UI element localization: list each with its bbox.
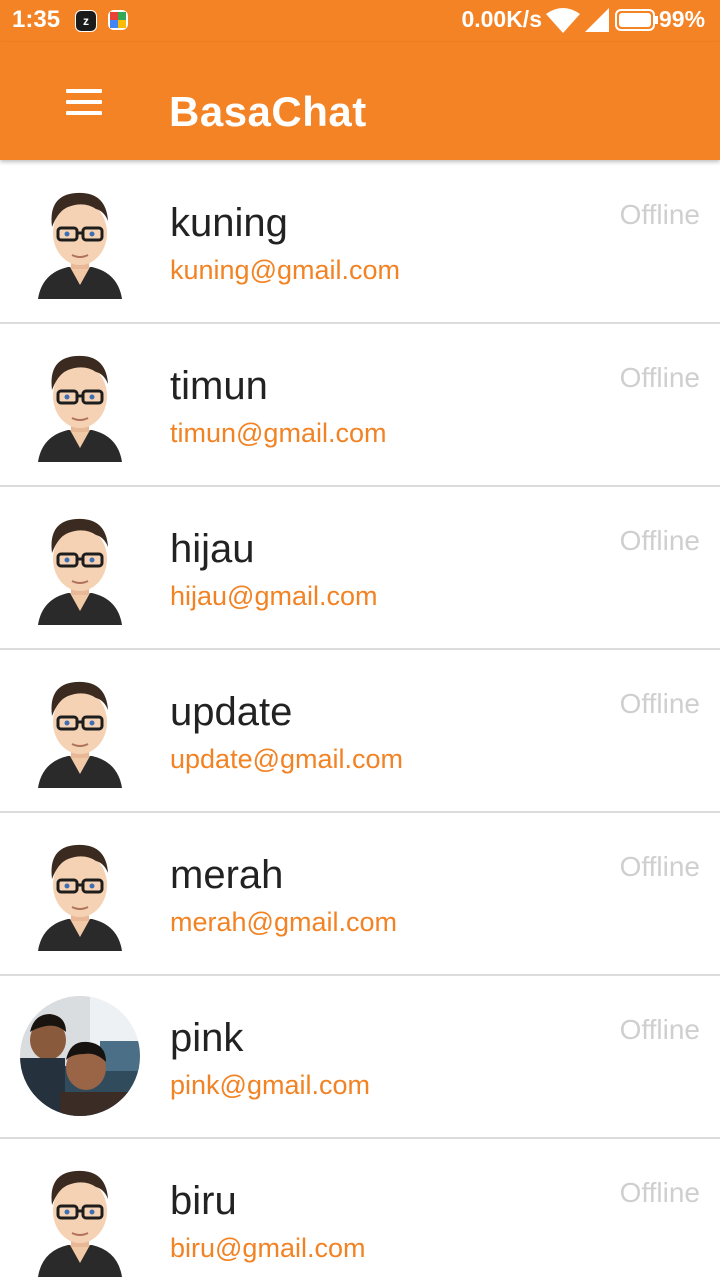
cartoon-man-avatar — [20, 181, 140, 301]
contact-name: merah — [170, 853, 284, 897]
contact-email: kuning@gmail.com — [170, 255, 401, 285]
hamburger-menu-icon — [66, 89, 102, 115]
contact-email: update@gmail.com — [170, 744, 404, 774]
photo-avatar — [20, 996, 140, 1116]
contact-status: Offline — [619, 1177, 700, 1208]
contact-row[interactable]: update update@gmail.com Offline — [0, 650, 720, 813]
battery-percent: 99% — [659, 6, 706, 32]
colorful-app-icon — [108, 10, 128, 30]
cartoon-man-avatar — [20, 507, 140, 627]
cell-signal-icon — [585, 8, 609, 37]
contact-row[interactable]: merah merah@gmail.com Offline — [0, 813, 720, 976]
contact-name: kuning — [170, 201, 288, 245]
battery-icon — [615, 9, 659, 36]
contact-status: Offline — [619, 851, 700, 882]
contact-status: Offline — [619, 525, 700, 556]
status-bar: 1:35 z 0.00K/s 99% — [0, 0, 720, 42]
wifi-icon — [546, 8, 580, 39]
contact-email: merah@gmail.com — [170, 907, 397, 937]
contact-row[interactable]: timun timun@gmail.com Offline — [0, 324, 720, 487]
contact-email: hijau@gmail.com — [170, 581, 378, 611]
contact-row[interactable]: pink pink@gmail.com Offline — [0, 976, 720, 1139]
contact-list[interactable]: kuning kuning@gmail.com Offline timun ti… — [0, 161, 720, 1280]
contact-row[interactable]: hijau hijau@gmail.com Offline — [0, 487, 720, 650]
cartoon-man-avatar — [20, 670, 140, 790]
contact-name: pink — [170, 1016, 244, 1060]
contact-status: Offline — [619, 1014, 700, 1045]
z-app-icon: z — [75, 10, 97, 32]
contact-name: timun — [170, 364, 268, 408]
status-time: 1:35 — [12, 6, 61, 33]
contact-status: Offline — [619, 199, 700, 230]
contact-name: hijau — [170, 527, 255, 571]
cartoon-man-avatar — [20, 833, 140, 953]
contact-name: update — [170, 690, 293, 734]
network-speed: 0.00K/s — [461, 6, 542, 32]
contact-email: timun@gmail.com — [170, 418, 387, 448]
cartoon-man-avatar — [20, 344, 140, 464]
contact-row[interactable]: biru biru@gmail.com Offline — [0, 1139, 720, 1280]
menu-button[interactable] — [56, 78, 112, 126]
contact-name: biru — [170, 1179, 237, 1223]
contact-email: biru@gmail.com — [170, 1233, 366, 1263]
app-bar: BasaChat — [0, 42, 720, 160]
contact-email: pink@gmail.com — [170, 1070, 370, 1100]
cartoon-man-avatar — [20, 1159, 140, 1279]
contact-status: Offline — [619, 688, 700, 719]
contact-status: Offline — [619, 362, 700, 393]
app-title: BasaChat — [169, 88, 367, 135]
contact-row[interactable]: kuning kuning@gmail.com Offline — [0, 161, 720, 324]
